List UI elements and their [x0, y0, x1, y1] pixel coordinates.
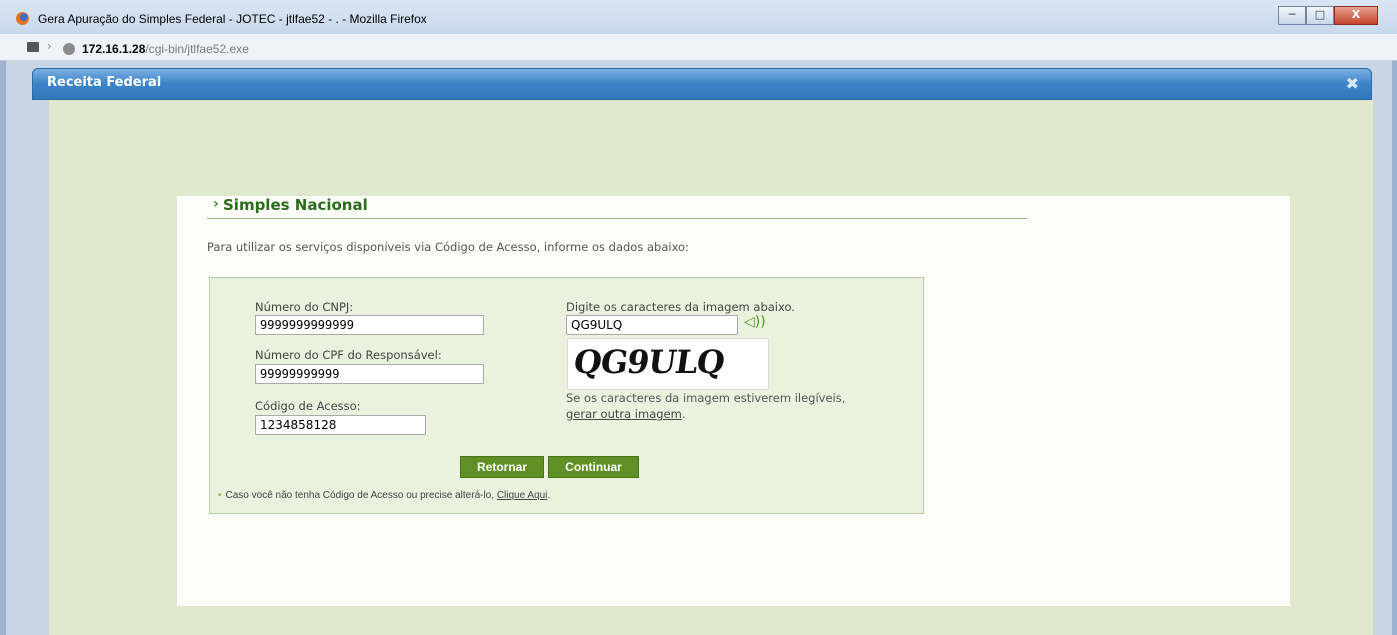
chevron-right-icon: › [213, 196, 219, 212]
captcha-refresh-line: gerar outra imagem. [566, 407, 685, 421]
captcha-input[interactable]: QG9ULQ [566, 315, 738, 335]
footnote: • Caso você não tenha Código de Acesso ou… [218, 490, 550, 501]
url-path: /cgi-bin/jtlfae52.exe [145, 42, 249, 56]
cpf-label: Número do CPF do Responsável: [255, 348, 442, 362]
maximize-button[interactable]: □ [1306, 6, 1334, 25]
dialog-body: › Simples Nacional Para utilizar os serv… [49, 100, 1373, 635]
regenerate-captcha-link[interactable]: gerar outra imagem [566, 407, 682, 421]
captcha-image: QG9ULQ [567, 338, 769, 390]
footnote-end: . [547, 490, 551, 501]
minimize-button[interactable]: ─ [1278, 6, 1306, 25]
cnpj-input[interactable]: 9999999999999 [255, 315, 484, 335]
url-text[interactable]: 172.16.1.28/cgi-bin/jtlfae52.exe [82, 42, 249, 56]
dialog-title: Receita Federal [47, 75, 162, 90]
close-window-button[interactable]: X [1334, 6, 1378, 25]
access-code-input[interactable]: 1234858128 [255, 415, 426, 435]
url-host: 172.16.1.28 [82, 42, 146, 56]
login-form: Número do CNPJ: 9999999999999 Número do … [209, 277, 924, 514]
access-code-label: Código de Acesso: [255, 399, 361, 413]
window-controls: ─ □ X [1278, 6, 1378, 25]
address-bar[interactable]: › 172.16.1.28/cgi-bin/jtlfae52.exe [0, 34, 1397, 61]
captcha-hint-end: . [681, 407, 686, 421]
window-title-bar: Gera Apuração do Simples Federal - JOTEC… [0, 0, 1397, 35]
captcha-label: Digite os caracteres da imagem abaixo. [566, 300, 795, 314]
globe-icon [63, 43, 75, 55]
section-title: Simples Nacional [223, 196, 368, 214]
back-button[interactable]: Retornar [460, 456, 544, 478]
cpf-input[interactable]: 99999999999 [255, 364, 484, 384]
dialog-window: Receita Federal ✖ › Simples Nacional Par… [6, 60, 1392, 635]
close-icon[interactable]: ✖ [1346, 74, 1359, 93]
content-panel: › Simples Nacional Para utilizar os serv… [177, 196, 1290, 606]
bullet-icon: • [218, 490, 222, 501]
firefox-icon [16, 12, 29, 25]
captcha-hint: Se os caracteres da imagem estiverem ile… [566, 391, 846, 405]
intro-text: Para utilizar os serviços disponíveis vi… [207, 240, 689, 254]
footnote-text: Caso você não tenha Código de Acesso ou … [225, 490, 495, 501]
dialog-header: Receita Federal ✖ [32, 68, 1372, 100]
cnpj-label: Número do CNPJ: [255, 300, 354, 314]
continue-button[interactable]: Continuar [548, 456, 639, 478]
divider [207, 218, 1027, 219]
click-here-link[interactable]: Clique Aqui [497, 490, 548, 501]
page-icon [27, 42, 39, 52]
chevron-right-icon: › [47, 39, 52, 53]
window-title: Gera Apuração do Simples Federal - JOTEC… [38, 12, 427, 26]
captcha-image-text: QG9ULQ [571, 343, 727, 381]
speaker-icon[interactable]: ◁)) [744, 314, 766, 330]
